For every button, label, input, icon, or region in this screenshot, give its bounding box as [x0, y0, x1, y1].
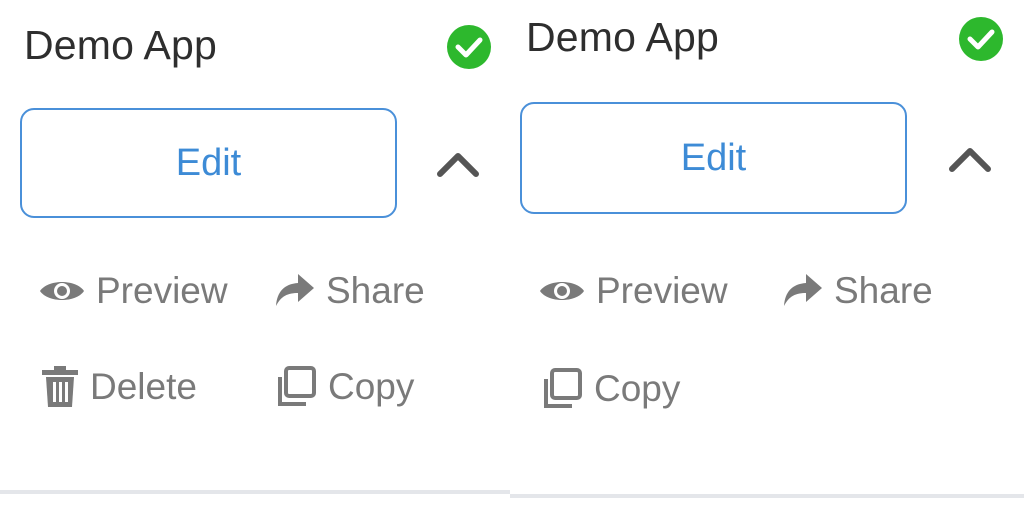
- share-action[interactable]: Share: [274, 270, 425, 312]
- copy-icon: [278, 366, 316, 406]
- share-arrow-icon: [276, 274, 314, 306]
- app-card-left: Demo App Edit Preview Share Delete Copy: [0, 0, 510, 512]
- delete-label: Delete: [90, 366, 197, 407]
- check-circle-icon: [959, 17, 1003, 61]
- share-label: Share: [834, 270, 933, 311]
- copy-label: Copy: [594, 368, 681, 409]
- share-action[interactable]: Share: [782, 270, 933, 312]
- preview-label: Preview: [596, 270, 728, 311]
- copy-icon: [544, 368, 582, 408]
- edit-button[interactable]: Edit: [520, 102, 907, 214]
- share-arrow-icon: [784, 274, 822, 306]
- preview-label: Preview: [96, 270, 228, 311]
- card-divider: [0, 490, 510, 494]
- copy-action[interactable]: Copy: [274, 365, 414, 409]
- edit-button[interactable]: Edit: [20, 108, 397, 218]
- app-card-right: Demo App Edit Preview Share Copy: [510, 0, 1024, 512]
- eye-icon: [40, 282, 84, 300]
- trash-icon: [42, 366, 78, 407]
- chevron-up-icon[interactable]: [435, 148, 481, 178]
- share-label: Share: [326, 270, 425, 311]
- app-title: Demo App: [24, 22, 218, 68]
- app-title: Demo App: [526, 14, 720, 60]
- preview-action[interactable]: Preview: [38, 270, 228, 312]
- eye-icon: [540, 282, 584, 300]
- card-divider: [510, 494, 1024, 498]
- delete-action[interactable]: Delete: [40, 365, 197, 409]
- copy-label: Copy: [328, 366, 415, 407]
- check-circle-icon: [447, 25, 491, 69]
- chevron-up-icon[interactable]: [947, 143, 993, 173]
- copy-action[interactable]: Copy: [540, 367, 680, 411]
- preview-action[interactable]: Preview: [538, 270, 728, 312]
